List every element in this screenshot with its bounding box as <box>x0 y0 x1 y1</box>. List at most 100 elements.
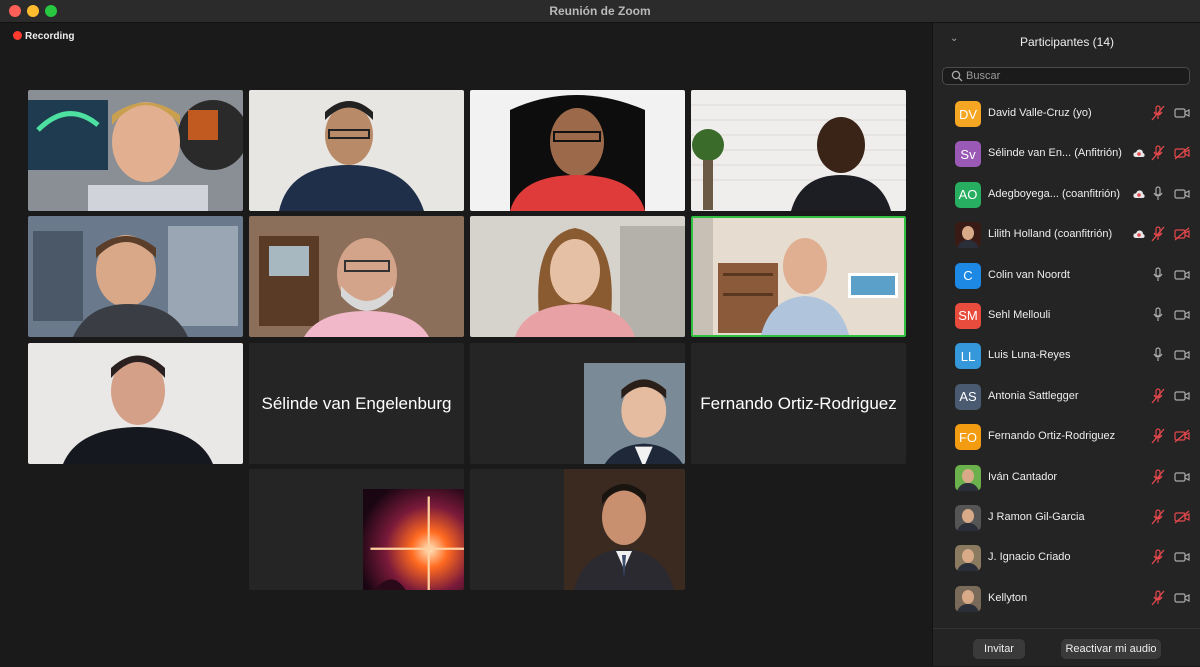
cloud-recording-icon <box>1133 149 1145 158</box>
participant-name: Luis Luna-Reyes <box>988 349 1071 362</box>
participant-photo <box>957 549 979 572</box>
video-gallery: Recording Sélinde van Engelenburg Fernan… <box>3 23 929 666</box>
video-tile[interactable] <box>691 90 906 211</box>
video-camera-off-icon[interactable] <box>1174 429 1190 443</box>
participant-name: Fernando Ortiz-Rodriguez <box>988 430 1116 443</box>
participant-name: Sélinde van En... (Anfitrión) <box>988 147 1122 160</box>
video-tile[interactable] <box>249 90 464 211</box>
video-camera-icon[interactable] <box>1174 591 1190 605</box>
video-camera-icon[interactable] <box>1174 308 1190 322</box>
microphone-muted-icon[interactable] <box>1151 388 1165 404</box>
video-tile-camera-off[interactable] <box>470 469 685 590</box>
participant-name: Antonia Sattlegger <box>988 389 1079 402</box>
participants-panel-header: ⌄ Participantes (14) <box>933 23 1200 61</box>
participant-name: Kellyton <box>988 591 1028 604</box>
video-camera-off-icon[interactable] <box>1174 227 1190 241</box>
profile-photo-man-suit-portrait <box>564 469 685 590</box>
profile-image-star-burst <box>363 489 464 590</box>
microphone-muted-icon[interactable] <box>1151 509 1165 525</box>
participant-avatar <box>955 545 981 572</box>
participant-name: Iván Cantador <box>988 470 1058 483</box>
participant-video-man-red-shirt <box>470 90 685 211</box>
unmute-audio-button[interactable]: Reactivar mi audio <box>1061 639 1161 659</box>
video-tile[interactable] <box>249 216 464 337</box>
participant-avatar: FO <box>955 424 981 451</box>
participant-photo <box>957 508 979 531</box>
microphone-icon[interactable] <box>1151 186 1165 202</box>
microphone-muted-icon[interactable] <box>1151 105 1165 121</box>
participants-panel-footer: Invitar Reactivar mi audio <box>933 628 1200 667</box>
microphone-muted-icon[interactable] <box>1151 145 1165 161</box>
video-tile[interactable] <box>470 90 685 211</box>
video-camera-icon[interactable] <box>1174 550 1190 564</box>
participant-video-man-blond <box>28 90 243 211</box>
video-tile-camera-off[interactable] <box>249 469 464 590</box>
video-camera-off-icon[interactable] <box>1174 510 1190 524</box>
video-camera-icon[interactable] <box>1174 187 1190 201</box>
participant-row[interactable]: FO Fernando Ortiz-Rodriguez <box>933 416 1200 456</box>
participant-row[interactable]: J Ramon Gil-Garcia <box>933 497 1200 537</box>
participants-title: Participantes (14) <box>1019 35 1115 49</box>
participant-avatar: AS <box>955 383 981 410</box>
participant-row[interactable]: Sv Sélinde van En... (Anfitrión) <box>933 133 1200 173</box>
participant-video-man-office <box>693 218 904 335</box>
participant-search-input[interactable]: Buscar <box>942 67 1190 85</box>
participant-video-man-fantasy-bg <box>28 216 243 337</box>
video-camera-icon[interactable] <box>1174 268 1190 282</box>
invite-button[interactable]: Invitar <box>973 639 1025 659</box>
microphone-icon[interactable] <box>1151 307 1165 323</box>
participant-row[interactable]: AO Adegboyega... (coanfitrión) <box>933 174 1200 214</box>
microphone-muted-icon[interactable] <box>1151 549 1165 565</box>
video-camera-icon[interactable] <box>1174 348 1190 362</box>
microphone-muted-icon[interactable] <box>1151 590 1165 606</box>
video-tile[interactable] <box>470 216 685 337</box>
video-camera-icon[interactable] <box>1174 106 1190 120</box>
participant-video-man-grey-beard <box>249 216 464 337</box>
participant-row[interactable]: Lilith Holland (coanfitrión) <box>933 214 1200 254</box>
participant-name: J. Ignacio Criado <box>988 551 1071 564</box>
video-tile-camera-off[interactable] <box>470 343 685 464</box>
participant-row[interactable]: Kellyton <box>933 578 1200 618</box>
participant-row[interactable]: C Colin van Noordt <box>933 255 1200 295</box>
participant-name: Colin van Noordt <box>988 268 1070 281</box>
participant-name: Sehl Mellouli <box>988 308 1051 321</box>
video-tile-camera-off[interactable]: Sélinde van Engelenburg <box>249 343 464 464</box>
cloud-recording-icon <box>1133 230 1145 239</box>
participant-name: David Valle-Cruz (yo) <box>988 107 1092 119</box>
microphone-muted-icon[interactable] <box>1151 428 1165 444</box>
video-tile[interactable] <box>28 343 243 464</box>
video-tile[interactable] <box>28 216 243 337</box>
participant-avatar: AO <box>955 181 981 208</box>
video-tile[interactable] <box>28 90 243 211</box>
microphone-muted-icon[interactable] <box>1151 226 1165 242</box>
participant-video-man-dark-shirt <box>28 343 243 464</box>
participant-row[interactable]: Iván Cantador <box>933 457 1200 497</box>
video-tile-camera-off[interactable]: Fernando Ortiz-Rodriguez <box>691 343 906 464</box>
recording-indicator[interactable]: Recording <box>13 31 74 42</box>
participant-avatar: SM <box>955 302 981 329</box>
participant-name-label: Fernando Ortiz-Rodriguez <box>700 393 897 413</box>
participant-row[interactable]: LL Luis Luna-Reyes <box>933 335 1200 375</box>
participant-row[interactable]: DV David Valle-Cruz (yo) <box>933 93 1200 133</box>
participant-row[interactable]: SM Sehl Mellouli <box>933 295 1200 335</box>
window-titlebar: Reunión de Zoom <box>0 0 1200 23</box>
microphone-icon[interactable] <box>1151 347 1165 363</box>
video-camera-off-icon[interactable] <box>1174 146 1190 160</box>
participant-avatar <box>955 504 981 531</box>
video-camera-icon[interactable] <box>1174 389 1190 403</box>
participant-avatar <box>955 222 981 249</box>
participant-row[interactable]: AS Antonia Sattlegger <box>933 376 1200 416</box>
participant-avatar <box>955 464 981 491</box>
participant-avatar: LL <box>955 343 981 370</box>
participant-name: Lilith Holland (coanfitrión) <box>988 228 1113 241</box>
recording-dot-icon <box>13 31 22 40</box>
participant-avatar: Sv <box>955 141 981 168</box>
microphone-muted-icon[interactable] <box>1151 468 1165 485</box>
participant-name-label: Sélinde van Engelenburg <box>261 393 452 413</box>
window-title: Reunión de Zoom <box>549 4 651 18</box>
participant-row[interactable]: J. Ignacio Criado <box>933 537 1200 577</box>
video-tile-active-speaker[interactable] <box>691 216 906 337</box>
microphone-icon[interactable] <box>1151 266 1165 283</box>
participant-photo <box>957 468 979 491</box>
video-camera-icon[interactable] <box>1174 470 1190 484</box>
